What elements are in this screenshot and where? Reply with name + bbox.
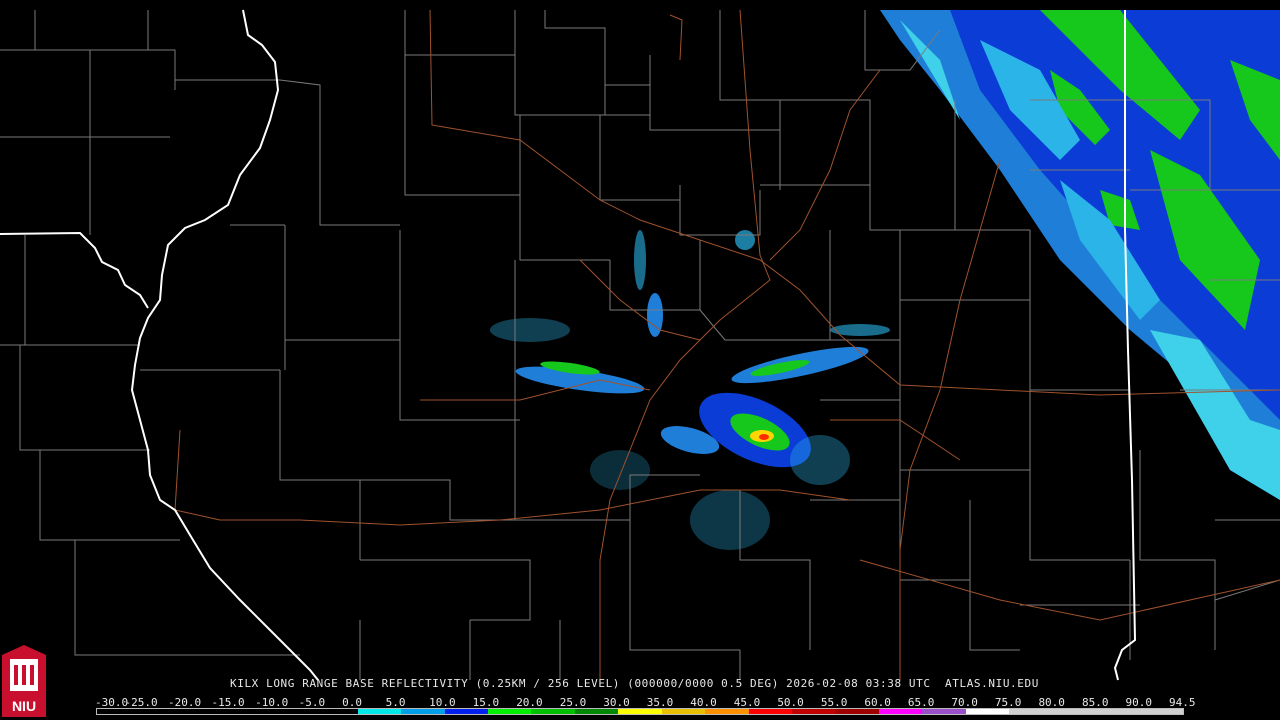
scale-swatch [835, 709, 879, 714]
scale-swatch [618, 709, 662, 714]
radar-map: NIU [0, 9, 1280, 717]
logo-text: NIU [12, 698, 36, 714]
scale-swatch [97, 709, 141, 714]
scale-swatch [574, 709, 619, 714]
scale-swatch [748, 709, 792, 714]
scale-swatch [661, 709, 706, 714]
scale-swatch [444, 709, 488, 714]
scale-swatch [1096, 709, 1140, 714]
precipitation-band [880, 10, 1280, 500]
scale-swatch [140, 709, 184, 714]
scale-swatch [1009, 709, 1053, 714]
scale-swatch [357, 709, 402, 714]
reflectivity-color-scale [96, 708, 1184, 715]
niu-logo: NIU [2, 645, 46, 717]
scale-swatch [227, 709, 271, 714]
scale-swatch [878, 709, 923, 714]
scale-swatch [705, 709, 749, 714]
scale-swatch [792, 709, 836, 714]
scale-swatch [487, 709, 532, 714]
scale-swatch [1139, 709, 1183, 714]
scale-swatch [314, 709, 358, 714]
scale-swatch [922, 709, 966, 714]
scale-swatch [270, 709, 315, 714]
scale-swatch [183, 709, 228, 714]
reflectivity-scale-labels: -30.0 -25.0 -20.0 -15.0 -10.0 -5.0 0.0 5.0 10.0 1… [95, 696, 1196, 709]
map-caption: KILX LONG RANGE BASE REFLECTIVITY (0.25K… [230, 677, 1039, 690]
scale-swatch [401, 709, 445, 714]
scale-swatch [965, 709, 1010, 714]
scale-swatch [1052, 709, 1097, 714]
scale-swatch [531, 709, 575, 714]
